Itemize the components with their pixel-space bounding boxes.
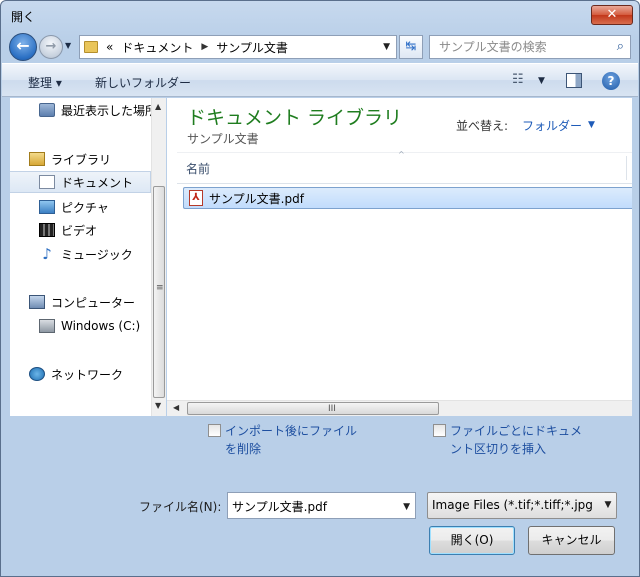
- folder-icon: [84, 41, 98, 53]
- library-icon: [29, 152, 45, 166]
- sidebar-item-label: ミュージック: [61, 247, 133, 262]
- filename-dropdown-icon[interactable]: ▼: [403, 502, 410, 512]
- sidebar-item-music[interactable]: ♪ ミュージック: [10, 243, 151, 265]
- column-header-name[interactable]: 名前: [186, 160, 210, 177]
- search-input[interactable]: [430, 36, 606, 58]
- scrollbar-thumb[interactable]: ≡: [153, 186, 165, 398]
- music-icon: ♪: [42, 245, 52, 263]
- sidebar-item-library[interactable]: ライブラリ: [10, 148, 151, 170]
- close-icon: ✕: [606, 7, 618, 22]
- forward-arrow-icon: →: [45, 39, 57, 54]
- navigation-pane: 最近表示した場所 ライブラリ ドキュメント ピクチャ ビデオ ♪ ミュージック …: [10, 98, 151, 416]
- file-type-filter-value: Image Files (*.tif;*.tiff;*.jpg: [432, 498, 593, 512]
- drive-icon: [39, 319, 55, 333]
- breadcrumb-overflow[interactable]: «: [106, 40, 113, 54]
- sidebar-item-label: コンピューター: [51, 295, 136, 310]
- refresh-icon: ↹: [405, 39, 417, 54]
- insert-separator-checkbox[interactable]: [433, 424, 446, 437]
- filename-input[interactable]: サンプル文書.pdf: [232, 498, 327, 515]
- address-bar[interactable]: « ドキュメント ▶ サンプル文書 ▼: [79, 35, 397, 59]
- help-icon[interactable]: ?: [602, 72, 620, 90]
- sidebar-item-label: ネットワーク: [51, 367, 124, 382]
- view-options-icon[interactable]: ☷: [512, 72, 524, 87]
- sidebar-item-label: ライブラリ: [51, 152, 112, 167]
- sidebar-item-network[interactable]: ネットワーク: [10, 363, 151, 385]
- import-delete-option[interactable]: インポート後にファイルを削除: [208, 422, 358, 458]
- sidebar-item-recent-places[interactable]: 最近表示した場所: [10, 99, 151, 121]
- title-bar: 開く ✕: [1, 1, 639, 31]
- sidebar-item-computer[interactable]: コンピューター: [10, 291, 151, 313]
- pdf-icon: ⅄: [189, 190, 203, 206]
- import-delete-label[interactable]: インポート後にファイルを削除: [225, 422, 358, 458]
- sort-label: 並べ替え:: [456, 119, 509, 133]
- file-row-selected[interactable]: ⅄ サンプル文書.pdf: [183, 187, 632, 209]
- divider: [177, 183, 632, 184]
- sidebar-item-documents[interactable]: ドキュメント: [10, 171, 151, 193]
- breadcrumb-sample-docs[interactable]: サンプル文書: [216, 39, 288, 56]
- open-dialog: 開く ✕ ← → ▼ « ドキュメント ▶ サンプル文書 ▼ ↹ ⌕ 整理 ▾ …: [0, 0, 640, 577]
- filename-label: ファイル名(N):: [139, 500, 222, 514]
- sort-ascending-icon: ^: [398, 150, 405, 159]
- library-subtitle: サンプル文書: [187, 132, 259, 146]
- sort-by-dropdown[interactable]: フォルダー: [522, 117, 582, 134]
- network-icon: [29, 367, 45, 381]
- sort-dropdown-icon[interactable]: ▼: [588, 120, 595, 130]
- grip-icon: III: [328, 404, 336, 414]
- pictures-icon: [39, 200, 55, 214]
- organize-button[interactable]: 整理 ▾: [28, 74, 62, 91]
- file-name: サンプル文書.pdf: [209, 191, 304, 206]
- refresh-button[interactable]: ↹: [399, 35, 423, 59]
- insert-separator-option[interactable]: ファイルごとにドキュメント区切りを挿入: [433, 422, 583, 458]
- breadcrumb-documents[interactable]: ドキュメント: [121, 39, 193, 56]
- import-delete-checkbox[interactable]: [208, 424, 221, 437]
- sidebar-item-label: Windows (C:): [61, 319, 141, 333]
- filename-combobox[interactable]: サンプル文書.pdf ▼: [227, 492, 416, 519]
- command-bar: 整理 ▾ 新しいフォルダー ☷ ▼ ?: [2, 63, 638, 97]
- dialog-title: 開く: [11, 10, 36, 24]
- horizontal-scrollbar[interactable]: ◀ III: [167, 400, 632, 416]
- grip-icon: ≡: [156, 283, 164, 293]
- scroll-left-icon[interactable]: ◀: [173, 403, 179, 412]
- insert-separator-label[interactable]: ファイルごとにドキュメント区切りを挿入: [450, 422, 583, 458]
- sidebar-item-videos[interactable]: ビデオ: [10, 219, 151, 241]
- library-title: ドキュメント ライブラリ: [187, 107, 403, 129]
- preview-pane-icon[interactable]: [566, 73, 582, 88]
- file-list-pane: ドキュメント ライブラリ サンプル文書 並べ替え: フォルダー ▼ ^ 名前 ⅄…: [167, 98, 632, 400]
- recent-pages-dropdown[interactable]: ▼: [65, 41, 71, 50]
- cancel-button[interactable]: キャンセル: [528, 526, 615, 555]
- column-divider[interactable]: [626, 156, 627, 180]
- view-dropdown-icon[interactable]: ▼: [538, 76, 545, 86]
- close-button[interactable]: ✕: [591, 5, 633, 25]
- sidebar-item-label: ビデオ: [61, 223, 98, 238]
- address-dropdown-icon[interactable]: ▼: [383, 42, 390, 52]
- new-folder-button[interactable]: 新しいフォルダー: [95, 74, 191, 91]
- search-icon[interactable]: ⌕: [617, 39, 624, 54]
- open-button[interactable]: 開く(O): [429, 526, 515, 555]
- file-type-filter-select[interactable]: Image Files (*.tif;*.tiff;*.jpg ▼: [427, 492, 617, 519]
- videos-icon: [39, 223, 55, 237]
- search-box[interactable]: ⌕: [429, 35, 631, 59]
- sidebar-item-label: ピクチャ: [61, 200, 109, 215]
- back-button[interactable]: ←: [9, 33, 37, 61]
- scroll-down-icon[interactable]: ▼: [155, 401, 161, 410]
- computer-icon: [29, 295, 45, 309]
- sidebar-item-windows-c[interactable]: Windows (C:): [10, 315, 151, 337]
- navigation-scrollbar[interactable]: ▲ ≡ ▼: [151, 98, 166, 416]
- sidebar-item-label: ドキュメント: [61, 175, 134, 190]
- scrollbar-thumb[interactable]: III: [187, 402, 439, 415]
- forward-button[interactable]: →: [39, 35, 63, 59]
- sidebar-item-pictures[interactable]: ピクチャ: [10, 196, 151, 218]
- filter-dropdown-icon[interactable]: ▼: [600, 493, 616, 518]
- recent-places-icon: [39, 103, 55, 117]
- breadcrumb-separator-icon[interactable]: ▶: [201, 42, 208, 52]
- back-arrow-icon: ←: [16, 36, 30, 55]
- scroll-up-icon[interactable]: ▲: [155, 102, 161, 111]
- documents-icon: [39, 175, 55, 189]
- sidebar-item-label: 最近表示した場所: [61, 103, 151, 118]
